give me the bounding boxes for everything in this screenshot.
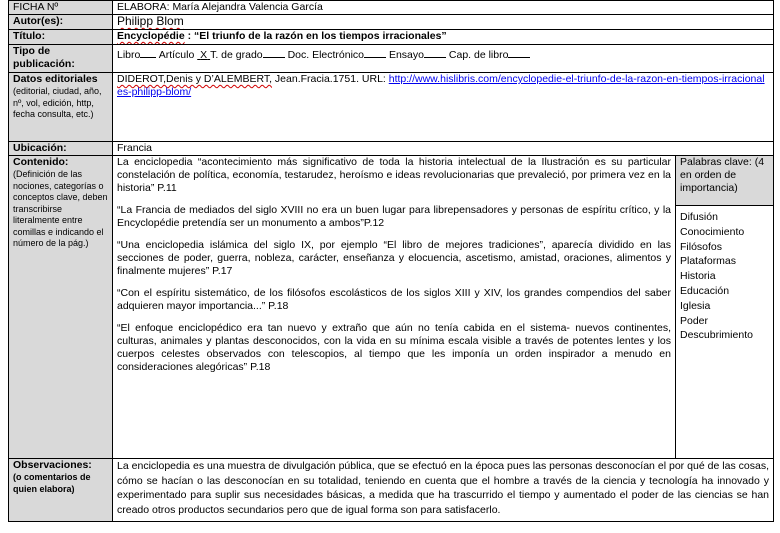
articulo-mark: X bbox=[197, 49, 210, 61]
titulo-label: Título: bbox=[8, 29, 113, 45]
tipo-tgrado: T. de grado bbox=[210, 49, 263, 61]
keyword-item: Filósofos bbox=[680, 240, 723, 253]
tipo-libro: Libro bbox=[117, 49, 141, 61]
titulo-rest: : “El triunfo de la razón en los tiempos… bbox=[184, 30, 447, 43]
ficha-label: FICHA Nº bbox=[8, 0, 113, 15]
observaciones-sub: (o comentarios de quien elabora) bbox=[13, 472, 91, 494]
tipo-doc: Doc. Electrónico bbox=[287, 49, 365, 61]
keyword-item: Iglesia bbox=[680, 299, 711, 312]
datos-text: Jean.Fracia.1751. URL: bbox=[272, 73, 389, 86]
row-tipo: Tipo de publicación: Libro Artículo X T.… bbox=[8, 44, 775, 73]
quote-paragraph: La enciclopedia “acontecimiento más sign… bbox=[117, 156, 671, 195]
keyword-item: Plataformas bbox=[680, 255, 737, 268]
titulo-prefix: Encyclopédie bbox=[117, 30, 185, 43]
ubicacion-label: Ubicación: bbox=[8, 141, 113, 156]
datos-label: Datos editoriales (editorial, ciudad, añ… bbox=[8, 72, 113, 142]
libro-blank bbox=[140, 47, 157, 58]
row-observaciones: Observaciones: (o comentarios de quien e… bbox=[8, 458, 775, 522]
tgrado-blank bbox=[262, 47, 285, 58]
keyword-item: Educación bbox=[680, 284, 730, 297]
keyword-item: Descubrimiento bbox=[680, 329, 753, 342]
row-datos: Datos editoriales (editorial, ciudad, añ… bbox=[8, 72, 775, 142]
keywords-header: Palabras clave: (4 en orden de importanc… bbox=[676, 156, 773, 206]
contenido-title: Contenido: bbox=[13, 156, 69, 169]
autor-value: Philipp Blom bbox=[111, 14, 775, 30]
doc-blank bbox=[364, 47, 387, 58]
keyword-item: Poder bbox=[680, 314, 709, 327]
autor-name: Philipp Blom bbox=[117, 14, 184, 28]
observaciones-value: La enciclopedia es una muestra de divulg… bbox=[111, 458, 775, 522]
keyword-item: Historia bbox=[680, 270, 716, 283]
bibliographic-card-table: FICHA Nº ELABORA: María Alejandra Valenc… bbox=[8, 0, 775, 522]
datos-sub: (editorial, ciudad, año, nº, vol, edició… bbox=[13, 86, 102, 119]
keywords-cell: Palabras clave: (4 en orden de importanc… bbox=[674, 155, 775, 459]
autor-label: Autor(es): bbox=[8, 14, 113, 30]
cap-blank bbox=[508, 47, 531, 58]
tipo-value: Libro Artículo X T. de grado Doc. Electr… bbox=[111, 44, 775, 73]
elabora-value: ELABORA: María Alejandra Valencia García bbox=[111, 0, 775, 15]
titulo-value: Encyclopédie : “El triunfo de la razón e… bbox=[111, 29, 775, 45]
row-contenido: Contenido: (Definición de las nociones, … bbox=[8, 155, 775, 459]
observaciones-title: Observaciones: bbox=[13, 459, 92, 472]
quote-paragraph: “Una enciclopedia islámica del siglo IX,… bbox=[117, 239, 671, 277]
tipo-label: Tipo de publicación: bbox=[8, 44, 113, 73]
datos-authors: DIDEROT,Denis y D’ALEMBERT, bbox=[117, 73, 273, 86]
datos-title: Datos editoriales bbox=[13, 73, 98, 86]
keyword-item: Conocimiento bbox=[680, 225, 745, 238]
tipo-cap: Cap. de libro bbox=[448, 49, 509, 61]
quote-paragraph: “Con el espíritu sistemático, de los fil… bbox=[117, 287, 671, 312]
row-titulo: Título: Encyclopédie : “El triunfo de la… bbox=[8, 29, 775, 45]
tipo-articulo: Artículo bbox=[158, 49, 195, 61]
quote-paragraph: “La Francia de mediados del siglo XVIII … bbox=[117, 204, 671, 229]
contenido-value: La enciclopedia “acontecimiento más sign… bbox=[112, 155, 676, 459]
keyword-item: Difusión bbox=[680, 211, 718, 223]
row-ubicacion: Ubicación: Francia bbox=[8, 141, 775, 156]
row-ficha: FICHA Nº ELABORA: María Alejandra Valenc… bbox=[8, 0, 775, 15]
ensayo-blank bbox=[423, 47, 446, 58]
ubicacion-value: Francia bbox=[111, 141, 775, 156]
datos-value: DIDEROT,Denis y D’ALEMBERT, Jean.Fracia.… bbox=[111, 72, 775, 142]
contenido-label: Contenido: (Definición de las nociones, … bbox=[8, 155, 113, 459]
tipo-ensayo: Ensayo bbox=[388, 49, 424, 61]
keywords-list: Difusión Conocimiento Filósofos Platafor… bbox=[677, 206, 773, 343]
quote-paragraph: “El enfoque enciclopédico era tan nuevo … bbox=[117, 322, 671, 373]
contenido-sub: (Definición de las nociones, categorías … bbox=[13, 169, 108, 248]
row-autor: Autor(es): Philipp Blom bbox=[8, 14, 775, 30]
observaciones-label: Observaciones: (o comentarios de quien e… bbox=[8, 458, 113, 522]
articulo-x: X bbox=[200, 49, 208, 61]
